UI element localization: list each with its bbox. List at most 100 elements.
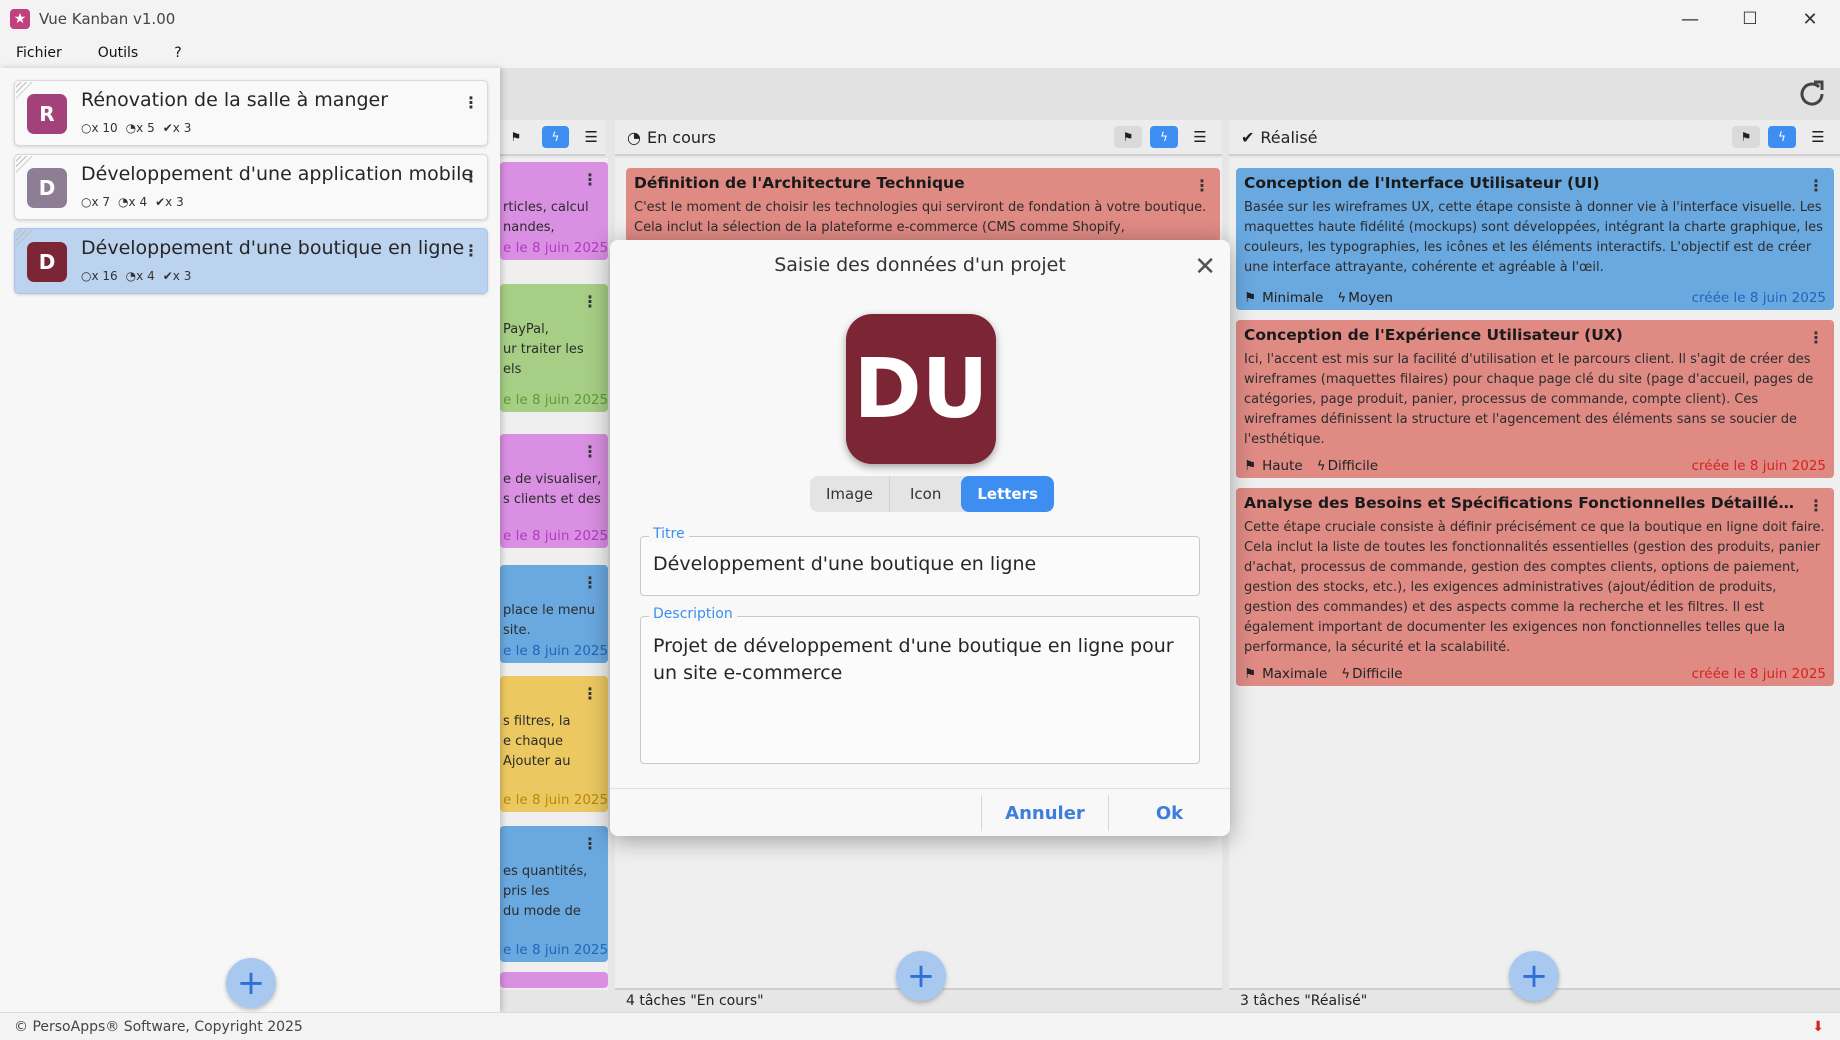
task-priority: Haute bbox=[1262, 458, 1303, 474]
menu-bar: Fichier Outils ? bbox=[0, 38, 1840, 68]
menu-help[interactable]: ? bbox=[154, 45, 197, 61]
task-description: s filtres, la bbox=[503, 714, 571, 729]
task-card[interactable]: ⋮ rticles, calcul nandes, e le 8 juin 2025 bbox=[500, 162, 608, 260]
task-date: créée le 8 juin 2025 bbox=[1691, 666, 1826, 682]
task-card[interactable]: ⋮ s filtres, la e chaque Ajouter au e le 8 j… bbox=[500, 676, 608, 812]
more-options-icon[interactable]: ⋮ bbox=[582, 292, 598, 311]
add-task-button[interactable]: + bbox=[896, 951, 946, 1001]
flag-icon: ⚑ bbox=[1244, 458, 1257, 474]
flag-filter-icon[interactable]: ⚑ bbox=[502, 126, 530, 148]
task-description: es quantités, bbox=[503, 864, 588, 879]
task-card[interactable]: ⋮ place le menu site. e le 8 juin 2025 bbox=[500, 565, 608, 663]
tab-letters[interactable]: Letters bbox=[961, 476, 1054, 512]
more-options-icon[interactable]: ⋮ bbox=[1808, 176, 1824, 195]
close-icon[interactable]: ✕ bbox=[1194, 252, 1216, 282]
ok-button[interactable]: Ok bbox=[1109, 789, 1230, 837]
tab-image[interactable]: Image bbox=[810, 476, 890, 512]
menu-fichier[interactable]: Fichier bbox=[0, 45, 78, 61]
column-title-en-cours: En cours bbox=[646, 127, 716, 147]
task-description: Basée sur les wireframes UX, cette étape… bbox=[1244, 200, 1823, 275]
task-footer: ⚑ Maximale ϟ Difficile créée le 8 juin 2025 bbox=[1244, 666, 1826, 682]
task-card[interactable]: Conception de l'Expérience Utilisateur (… bbox=[1236, 320, 1834, 478]
task-description: ur traiter les bbox=[503, 342, 584, 357]
more-options-icon[interactable]: ⋮ bbox=[582, 684, 598, 703]
task-title: Conception de l'Interface Utilisateur (U… bbox=[1244, 174, 1600, 192]
task-card[interactable]: Conception de l'Interface Utilisateur (U… bbox=[1236, 168, 1834, 310]
task-description: Ajouter au bbox=[503, 754, 571, 769]
menu-outils[interactable]: Outils bbox=[78, 45, 154, 61]
task-card[interactable]: ⋮ PayPal, ur traiter les els e le 8 juin 202… bbox=[500, 284, 608, 412]
project-avatar: D bbox=[27, 242, 67, 282]
check-icon: ✔ bbox=[155, 195, 166, 209]
more-options-icon[interactable]: ⋮ bbox=[463, 167, 479, 186]
task-description: pris les bbox=[503, 884, 550, 899]
doing-count: ◔x 4 bbox=[125, 269, 155, 283]
more-options-icon[interactable]: ⋮ bbox=[463, 93, 479, 112]
task-priority: Minimale bbox=[1262, 290, 1324, 306]
bolt-filter-icon[interactable]: ϟ bbox=[1150, 126, 1178, 148]
project-stats: ○x 7 ◔x 4 ✔x 3 bbox=[81, 195, 184, 209]
more-options-icon[interactable]: ⋮ bbox=[463, 241, 479, 260]
more-options-icon[interactable]: ⋮ bbox=[582, 834, 598, 853]
task-description: e chaque bbox=[503, 734, 563, 749]
column-footer-realise: 3 tâches "Réalisé" bbox=[1240, 993, 1368, 1009]
copyright-text: © PersoApps® Software, Copyright 2025 bbox=[14, 1018, 303, 1035]
task-date: créée le 8 juin 2025 bbox=[1691, 290, 1826, 306]
add-task-button[interactable]: + bbox=[1509, 951, 1559, 1001]
todo-count: ○x 7 bbox=[81, 195, 111, 209]
done-count: ✔x 3 bbox=[155, 195, 184, 209]
more-options-icon[interactable]: ⋮ bbox=[1194, 176, 1210, 195]
sort-icon[interactable]: ☰ bbox=[1186, 126, 1214, 148]
task-description: s clients et des bbox=[503, 492, 601, 507]
task-card[interactable]: Définition de l'Architecture Technique C… bbox=[626, 168, 1220, 242]
doing-count: ◔x 5 bbox=[125, 121, 155, 135]
task-date: créée le 8 juin 2025 bbox=[1691, 458, 1826, 474]
task-description: du mode de bbox=[503, 904, 581, 919]
todo-count: ○x 10 bbox=[81, 121, 118, 135]
flag-filter-icon[interactable]: ⚑ bbox=[1732, 126, 1760, 148]
task-description: Cette étape cruciale consiste à définir … bbox=[1244, 520, 1825, 655]
sort-icon[interactable]: ☰ bbox=[1804, 126, 1832, 148]
progress-icon: ◔ bbox=[118, 195, 129, 209]
sort-icon[interactable]: ☰ bbox=[577, 126, 605, 148]
bolt-filter-icon[interactable]: ϟ bbox=[1768, 126, 1796, 148]
download-icon[interactable]: ⬇ bbox=[1812, 1019, 1824, 1035]
flag-icon: ⚑ bbox=[1244, 290, 1257, 306]
description-label: Description bbox=[649, 606, 737, 622]
task-card[interactable] bbox=[500, 972, 608, 988]
description-input[interactable]: Projet de développement d'une boutique e… bbox=[653, 633, 1187, 687]
more-options-icon[interactable]: ⋮ bbox=[1808, 328, 1824, 347]
title-field[interactable]: Titre Développement d'une boutique en li… bbox=[640, 526, 1200, 596]
avatar-type-selector: Image Icon Letters bbox=[810, 476, 1054, 512]
refresh-icon[interactable] bbox=[1796, 78, 1828, 110]
project-panel: R Rénovation de la salle à manger ○x 10 ◔x … bbox=[0, 68, 500, 1012]
project-item[interactable]: D Développement d'une boutique en ligne ○x… bbox=[14, 228, 488, 294]
close-window-button[interactable]: ✕ bbox=[1780, 0, 1840, 38]
maximize-button[interactable]: ☐ bbox=[1720, 0, 1780, 38]
more-options-icon[interactable]: ⋮ bbox=[1808, 496, 1824, 515]
tab-icon[interactable]: Icon bbox=[890, 476, 961, 512]
cancel-button[interactable]: Annuler bbox=[982, 789, 1108, 837]
progress-icon: ◔ bbox=[627, 127, 641, 147]
bolt-filter-icon[interactable]: ϟ bbox=[541, 126, 570, 148]
bolt-icon: ϟ bbox=[1316, 458, 1326, 474]
task-card[interactable]: ⋮ es quantités, pris les du mode de e le 8 j… bbox=[500, 826, 608, 962]
more-options-icon[interactable]: ⋮ bbox=[582, 573, 598, 592]
minimize-button[interactable]: — bbox=[1660, 0, 1720, 38]
more-options-icon[interactable]: ⋮ bbox=[582, 442, 598, 461]
task-card[interactable]: ⋮ e de visualiser, s clients et des e le 8 … bbox=[500, 434, 608, 548]
project-title: Développement d'une application mobile bbox=[81, 163, 474, 185]
task-description: place le menu bbox=[503, 603, 595, 618]
status-bar: © PersoApps® Software, Copyright 2025 ⬇ bbox=[0, 1012, 1840, 1040]
task-card[interactable]: Analyse des Besoins et Spécifications Fo… bbox=[1236, 488, 1834, 686]
task-date: e le 8 juin 2025 bbox=[503, 792, 608, 808]
task-title: Analyse des Besoins et Spécifications Fo… bbox=[1244, 494, 1826, 512]
more-options-icon[interactable]: ⋮ bbox=[582, 170, 598, 189]
project-item[interactable]: D Développement d'une application mobile ○… bbox=[14, 154, 488, 220]
description-field[interactable]: Description Projet de développement d'un… bbox=[640, 606, 1200, 764]
project-item[interactable]: R Rénovation de la salle à manger ○x 10 ◔x … bbox=[14, 80, 488, 146]
title-input[interactable]: Développement d'une boutique en ligne bbox=[653, 551, 1187, 578]
add-project-button[interactable]: + bbox=[226, 958, 276, 1008]
flag-filter-icon[interactable]: ⚑ bbox=[1114, 126, 1142, 148]
column-title-realise: Réalisé bbox=[1260, 127, 1318, 147]
